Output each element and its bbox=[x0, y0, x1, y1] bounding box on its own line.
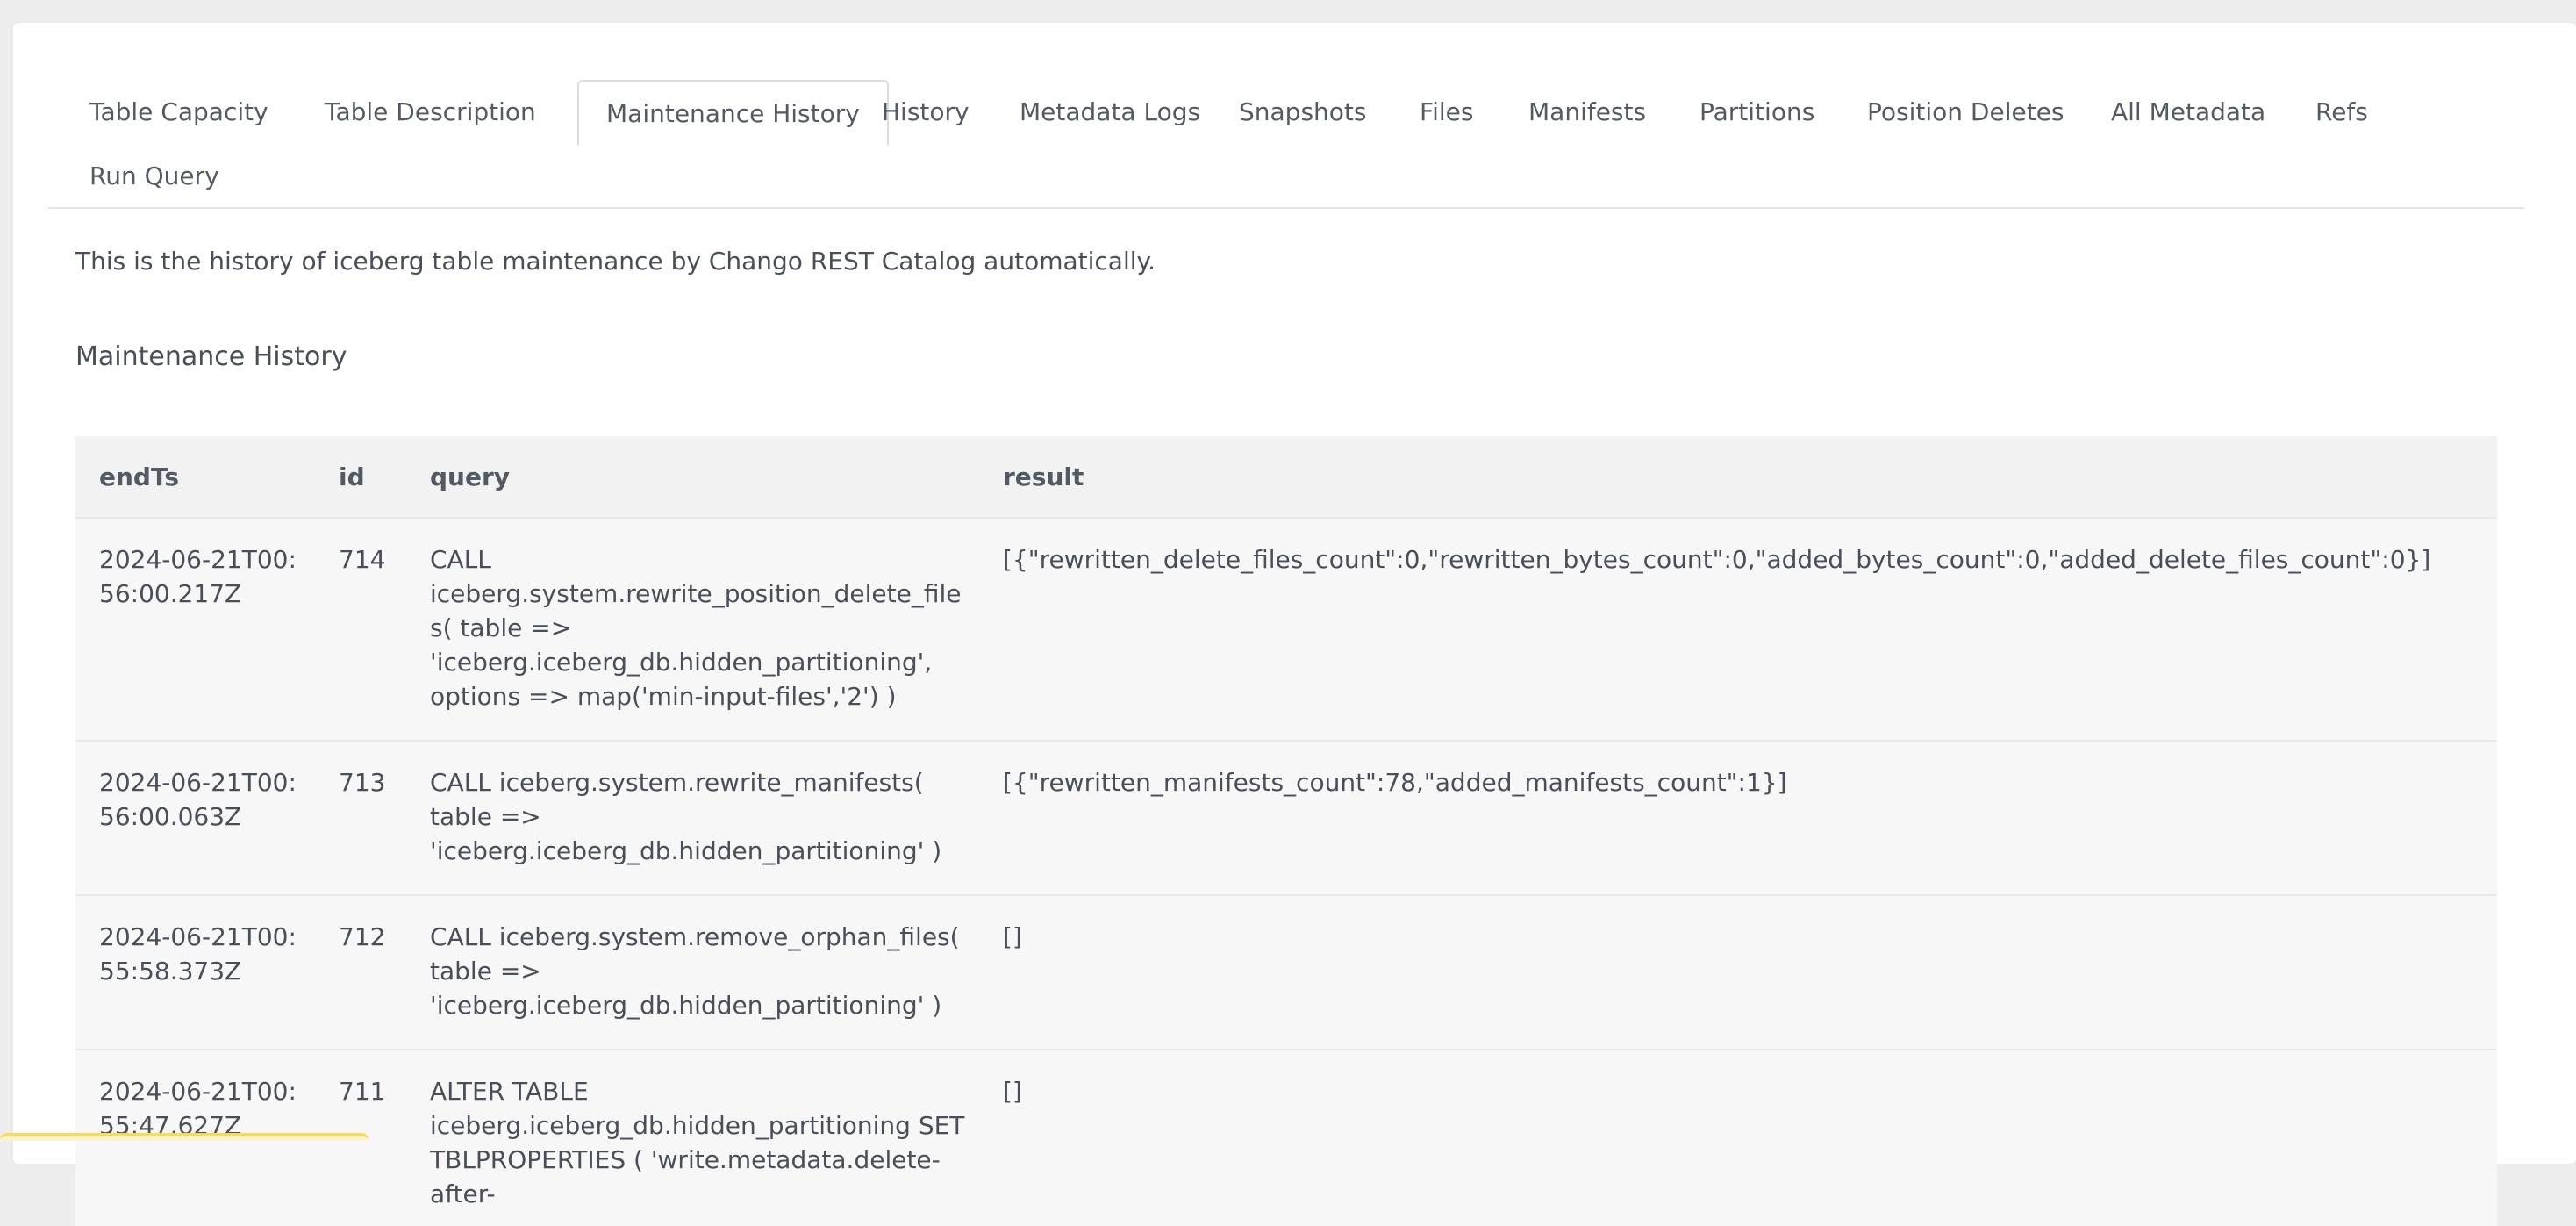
column-header-id[interactable]: id bbox=[315, 436, 406, 518]
cell-endts: 2024-06-21T00:56:00.217Z bbox=[99, 545, 297, 608]
tab-all-metadata[interactable]: All Metadata bbox=[2111, 80, 2265, 144]
maintenance-history-table-container: endTs id query result 2024-06-21T00:56:0… bbox=[75, 436, 2497, 1226]
cell-endts: 2024-06-21T00:56:00.063Z bbox=[99, 768, 297, 831]
tab-position-deletes[interactable]: Position Deletes bbox=[1867, 80, 2064, 144]
tab-maintenance-history[interactable]: Maintenance History bbox=[577, 80, 889, 146]
tab-table-description[interactable]: Table Description bbox=[325, 80, 536, 144]
page-description: This is the history of iceberg table mai… bbox=[75, 247, 1156, 276]
cell-result: [] bbox=[1003, 1077, 1022, 1106]
tab-manifests[interactable]: Manifests bbox=[1528, 80, 1646, 144]
tab-table-capacity[interactable]: Table Capacity bbox=[89, 80, 268, 144]
cell-result: [] bbox=[1003, 922, 1022, 951]
tab-metadata-logs[interactable]: Metadata Logs bbox=[1020, 80, 1200, 144]
cell-result: [{"rewritten_manifests_count":78,"added_… bbox=[1003, 768, 1787, 797]
tab-files[interactable]: Files bbox=[1420, 80, 1473, 144]
cell-query: CALL iceberg.system.remove_orphan_files(… bbox=[430, 922, 960, 1020]
table-row: 2024-06-21T00:55:47.627Z 711 ALTER TABLE… bbox=[75, 1050, 2497, 1226]
tab-refs[interactable]: Refs bbox=[2315, 80, 2368, 144]
maintenance-history-table: endTs id query result 2024-06-21T00:56:0… bbox=[75, 436, 2497, 1226]
main-card: Table Capacity Table Description Mainten… bbox=[13, 23, 2576, 1226]
tab-bar: Table Capacity Table Description Mainten… bbox=[48, 58, 2524, 209]
cell-id: 714 bbox=[339, 545, 386, 574]
table-row: 2024-06-21T00:56:00.217Z 714 CALL iceber… bbox=[75, 518, 2497, 741]
column-header-query[interactable]: query bbox=[406, 436, 979, 518]
cell-query: CALL iceberg.system.rewrite_position_del… bbox=[430, 545, 962, 711]
table-header-row: endTs id query result bbox=[75, 436, 2497, 518]
column-header-result[interactable]: result bbox=[979, 436, 2497, 518]
tab-partitions[interactable]: Partitions bbox=[1699, 80, 1814, 144]
tab-run-query[interactable]: Run Query bbox=[89, 144, 219, 208]
cell-result: [{"rewritten_delete_files_count":0,"rewr… bbox=[1003, 545, 2431, 574]
cell-endts: 2024-06-21T00:55:58.373Z bbox=[99, 922, 297, 986]
tab-history[interactable]: History bbox=[882, 80, 970, 144]
table-row: 2024-06-21T00:56:00.063Z 713 CALL iceber… bbox=[75, 741, 2497, 895]
cell-id: 713 bbox=[339, 768, 386, 797]
table-row: 2024-06-21T00:55:58.373Z 712 CALL iceber… bbox=[75, 895, 2497, 1050]
tab-snapshots[interactable]: Snapshots bbox=[1239, 80, 1366, 144]
cell-id: 712 bbox=[339, 922, 386, 951]
column-header-endts[interactable]: endTs bbox=[75, 436, 315, 518]
bottom-notification-edge bbox=[0, 1133, 369, 1141]
section-title: Maintenance History bbox=[75, 341, 347, 372]
cell-query: CALL iceberg.system.rewrite_manifests( t… bbox=[430, 768, 942, 865]
cell-query: ALTER TABLE iceberg.iceberg_db.hidden_pa… bbox=[430, 1077, 965, 1208]
